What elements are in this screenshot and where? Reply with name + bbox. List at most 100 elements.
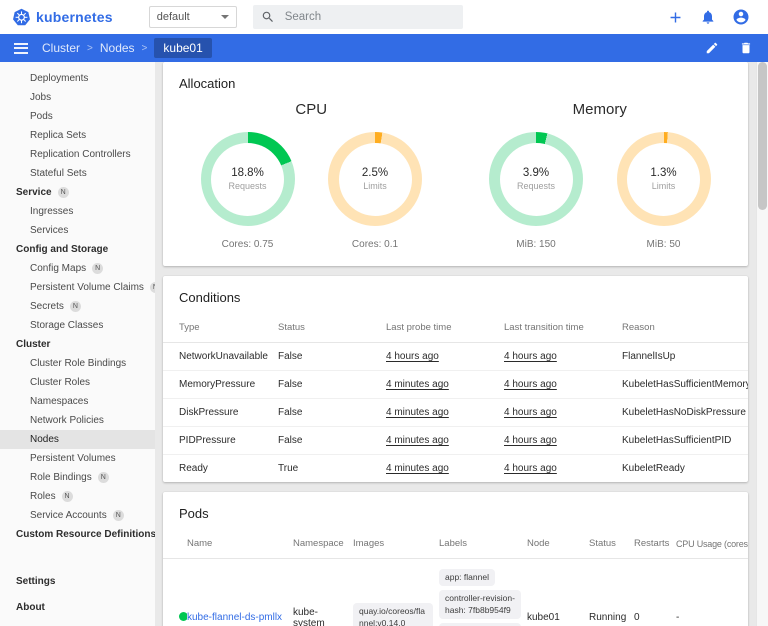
user-avatar-icon (733, 9, 749, 25)
sidebar-item-pods[interactable]: Pods (0, 107, 155, 126)
sidebar-item-config-maps[interactable]: Config Maps N (0, 259, 155, 278)
probe-time-tooltip[interactable]: 4 minutes ago (386, 379, 449, 390)
create-button[interactable] (662, 4, 688, 30)
namespaced-badge: N (112, 510, 124, 521)
column-header-status-icon (163, 529, 187, 559)
sidebar-item-ingresses[interactable]: Ingresses (0, 202, 155, 221)
sidebar-item-role-bindings[interactable]: Role Bindings N (0, 468, 155, 487)
transition-time-tooltip[interactable]: 4 hours ago (504, 407, 557, 418)
cpu-limits-donut: 2.5% Limits Cores: 0.1 (328, 132, 422, 250)
probe-time-tooltip[interactable]: 4 minutes ago (386, 435, 449, 446)
probe-time-tooltip[interactable]: 4 hours ago (386, 351, 439, 362)
column-header-node: Node (527, 529, 589, 559)
breadcrumb-separator: > (87, 42, 93, 54)
probe-time-tooltip[interactable]: 4 minutes ago (386, 463, 449, 474)
condition-reason-cell: KubeletHasNoDiskPressure (622, 398, 748, 427)
column-header-images: Images (353, 529, 439, 559)
condition-transition-cell: 4 hours ago (504, 426, 622, 455)
memory-limits-caption: MiB: 50 (646, 239, 681, 250)
pod-cpu-usage-cell: - (676, 612, 680, 624)
memory-limits-donut: 1.3% Limits MiB: 50 (616, 132, 711, 250)
sidebar-item-persistent-volumes[interactable]: Persistent Volumes (0, 449, 155, 468)
brand[interactable]: kubernetes (12, 8, 113, 27)
sidebar-item-nodes[interactable]: Nodes (0, 430, 155, 449)
conditions-header-row: Type Status Last probe time Last transit… (163, 313, 748, 343)
sidebar-item-jobs[interactable]: Jobs (0, 88, 155, 107)
edit-button[interactable] (702, 38, 722, 58)
sidebar-item-deployments[interactable]: Deployments (0, 69, 155, 88)
condition-probe-cell: 4 hours ago (386, 342, 504, 371)
column-header-type: Type (163, 313, 278, 343)
sidebar-item-persistent-volume-claims[interactable]: Persistent Volume ClaimsN (0, 278, 155, 297)
sidebar-item-storage-classes[interactable]: Storage Classes (0, 316, 155, 335)
search-input[interactable] (282, 10, 455, 24)
sidebar-group-service[interactable]: Service N (0, 183, 155, 202)
condition-type-cell: MemoryPressure (163, 370, 278, 399)
column-header-restarts: Restarts (634, 529, 676, 559)
condition-status-cell: False (278, 398, 386, 427)
transition-time-tooltip[interactable]: 4 hours ago (504, 351, 557, 362)
sidebar-item-cluster-roles[interactable]: Cluster Roles (0, 373, 155, 392)
sidebar-item-replication-controllers[interactable]: Replication Controllers (0, 145, 155, 164)
condition-type-cell: PIDPressure (163, 426, 278, 455)
pods-header-row: Name Namespace Images Labels Node Status… (163, 529, 748, 559)
condition-row: NetworkUnavailable False 4 hours ago 4 h… (163, 342, 748, 371)
bell-icon (702, 10, 714, 24)
condition-reason-cell: KubeletHasSufficientPID (622, 426, 748, 455)
sidebar-item-settings[interactable]: Settings (0, 568, 155, 594)
sidebar-item-stateful-sets[interactable]: Stateful Sets (0, 164, 155, 183)
cpu-allocation-group: CPU 18.8% Requests Cores: 0.75 2.5% Limi… (167, 101, 456, 250)
transition-time-tooltip[interactable]: 4 hours ago (504, 463, 557, 474)
condition-probe-cell: 4 minutes ago (386, 426, 504, 455)
namespace-selector[interactable]: default (148, 6, 237, 28)
sidebar-item-replica-sets[interactable]: Replica Sets (0, 126, 155, 145)
transition-time-tooltip[interactable]: 4 hours ago (504, 379, 557, 390)
cpu-limits-caption: Cores: 0.1 (351, 239, 399, 250)
sidebar-group-cluster[interactable]: Cluster (0, 335, 155, 354)
sidebar-item-network-policies[interactable]: Network Policies (0, 411, 155, 430)
allocation-groups: CPU 18.8% Requests Cores: 0.75 2.5% Limi… (163, 99, 748, 266)
column-header-last-probe-time: Last probe time (386, 313, 504, 343)
column-header-last-transition-time: Last transition time (504, 313, 622, 343)
scrollbar-thumb[interactable] (758, 62, 767, 210)
namespaced-badge: N (61, 491, 73, 502)
account-button[interactable] (728, 4, 754, 30)
sidebar-item-about[interactable]: About (0, 594, 155, 620)
sidebar-item-services[interactable]: Services (0, 221, 155, 240)
condition-status-cell: False (278, 370, 386, 399)
sidebar-item-namespaces[interactable]: Namespaces (0, 392, 155, 411)
sidebar-group-config-and-storage[interactable]: Config and Storage (0, 240, 155, 259)
sidebar-item-cluster-role-bindings[interactable]: Cluster Role Bindings (0, 354, 155, 373)
pod-namespace-cell: kube-system (293, 606, 325, 626)
namespaced-badge: N (97, 472, 109, 483)
breadcrumb-cluster[interactable]: Cluster (42, 41, 80, 55)
sidebar-item-service-accounts[interactable]: Service Accounts N (0, 506, 155, 525)
memory-requests-donut: 3.9% Requests MiB: 150 (489, 132, 583, 250)
sidebar-item-roles[interactable]: Roles N (0, 487, 155, 506)
column-header-reason: Reason (622, 313, 748, 343)
delete-button[interactable] (736, 38, 756, 58)
breadcrumb-current: kube01 (154, 38, 212, 58)
transition-time-tooltip[interactable]: 4 hours ago (504, 435, 557, 446)
notifications-button[interactable] (695, 4, 721, 30)
search-bar[interactable] (252, 5, 463, 29)
sidebar-item-custom-resource-definitions[interactable]: Custom Resource Definitions (0, 525, 155, 544)
breadcrumb-nodes[interactable]: Nodes (100, 41, 135, 55)
pod-row[interactable]: kube-flannel-ds-pmllx kube-system quay.i… (163, 559, 748, 626)
probe-time-tooltip[interactable]: 4 minutes ago (386, 407, 449, 418)
pencil-icon (706, 42, 718, 54)
pod-running-status-icon (179, 611, 187, 621)
cpu-group-title: CPU (295, 101, 328, 118)
memory-requests-donut-chart: 3.9% Requests (489, 132, 583, 226)
pod-images-cell: quay.io/coreos/flannel:v0.14.0 (353, 559, 439, 626)
scrollbar[interactable] (756, 62, 768, 626)
menu-icon[interactable] (12, 41, 30, 56)
condition-probe-cell: 4 minutes ago (386, 398, 504, 427)
sidebar-nav: Deployments Jobs Pods Replica Sets Repli… (0, 62, 155, 626)
namespaced-badge: N (57, 187, 69, 198)
pod-name-link[interactable]: kube-flannel-ds-pmllx (187, 612, 282, 623)
column-header-cpu-usage: CPU Usage (cores) (676, 529, 748, 559)
memory-limits-donut-chart: 1.3% Limits (616, 132, 711, 226)
image-chip: quay.io/coreos/flannel:v0.14.0 (353, 603, 433, 626)
sidebar-item-secrets[interactable]: Secrets N (0, 297, 155, 316)
